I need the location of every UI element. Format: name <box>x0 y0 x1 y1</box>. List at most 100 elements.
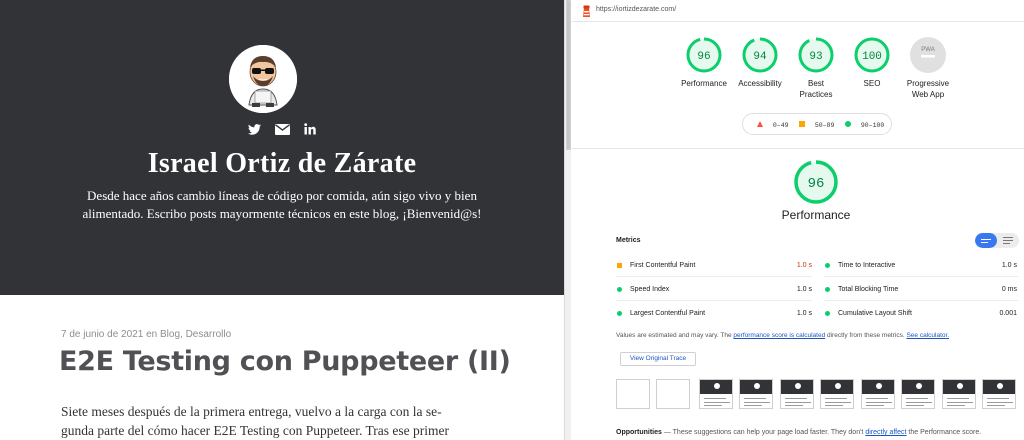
metric-value: 1.0 s <box>796 262 812 269</box>
post-category-desarrollo[interactable]: Desarrollo <box>186 329 232 340</box>
lines-icon-bar <box>1003 243 1010 245</box>
linkedin-icon[interactable] <box>304 122 317 140</box>
metric-divider <box>616 300 812 301</box>
pass-circle-icon <box>825 311 830 316</box>
metric-label: First Contentful Paint <box>630 262 696 269</box>
report-url[interactable]: https://iortizdezarate.com/ <box>596 6 676 13</box>
lighthouse-icon <box>582 4 591 22</box>
metric-value: 1.0 s <box>1001 262 1017 269</box>
gauge-score: 96 <box>697 51 710 63</box>
gauge-pwa[interactable]: PWA Progressive Web App <box>898 36 958 100</box>
post-meta: 7 de junio de 2021 en Blog, Desarrollo <box>61 329 231 340</box>
filmstrip-frame <box>901 379 935 409</box>
post-excerpt-line: Siete meses después de la primera entreg… <box>61 404 442 419</box>
category-gauges: 96 Performance 94 Accessibility 93 Best … <box>572 36 1024 106</box>
legend-range: 50–89 <box>814 122 835 129</box>
opportunities-title: Opportunities <box>616 429 662 436</box>
section-divider <box>572 148 1024 149</box>
lines-icon-bar <box>981 242 988 244</box>
post-category-blog[interactable]: Blog <box>160 329 180 340</box>
gauge-accessibility[interactable]: 94 Accessibility <box>730 36 790 89</box>
legend-item-average: 50–89 <box>799 121 834 129</box>
score-scale-legend: 0–49 50–89 90–100 <box>742 113 892 135</box>
site-description: Desde hace años cambio líneas de código … <box>82 188 482 221</box>
metric-value: 0.001 <box>999 310 1017 317</box>
pwa-badge-text: PWA <box>921 47 934 53</box>
legend-range: 0–49 <box>772 122 789 129</box>
gauge-seo[interactable]: 100 SEO <box>842 36 902 89</box>
metrics-view-toggle[interactable] <box>975 233 1019 248</box>
scrollbar-thumb[interactable] <box>566 0 571 150</box>
see-calculator-link[interactable]: See calculator. <box>906 332 949 339</box>
filmstrip <box>616 379 1024 411</box>
gauge-ring: 93 <box>798 37 834 73</box>
metric-label: Time to Interactive <box>838 262 896 269</box>
view-original-trace-button[interactable]: View Original Trace <box>620 352 696 366</box>
note-text: Values are estimated and may vary. The <box>616 332 734 339</box>
gauge-ring: 96 <box>686 37 722 73</box>
panel-divider-scrollbar[interactable] <box>564 0 571 440</box>
post-title[interactable]: E2E Testing con Puppeteer (II) <box>59 346 511 377</box>
gauge-score: 100 <box>862 51 882 63</box>
filmstrip-frame <box>942 379 976 409</box>
metric-divider <box>824 276 1018 277</box>
blog-header: Israel Ortiz de Zárate Desde hace años c… <box>0 0 564 295</box>
gauge-score: 93 <box>809 51 822 63</box>
post-excerpt-line: gunda parte del cómo hacer E2E Testing c… <box>61 423 449 438</box>
gauge-label: Progressive Web App <box>906 79 950 99</box>
compact-view-button[interactable] <box>975 233 997 248</box>
filmstrip-frame <box>699 379 733 409</box>
metrics-heading: Metrics <box>616 237 641 244</box>
gauge-score: 94 <box>753 51 767 63</box>
lines-icon <box>981 239 991 241</box>
legend-item-fail: 0–49 <box>757 121 789 129</box>
metric-value: 0 ms <box>1001 286 1017 293</box>
gauge-performance[interactable]: 96 Performance <box>674 36 734 89</box>
gauge-label: SEO <box>863 79 881 88</box>
lines-icon-bar <box>1003 240 1013 242</box>
triangle-icon <box>757 121 763 127</box>
legend-range: 90–100 <box>860 122 885 129</box>
legend-item-pass: 90–100 <box>845 121 884 129</box>
directly-affect-link[interactable]: directly affect <box>865 429 906 436</box>
gauge-best-practices[interactable]: 93 Best Practices <box>786 36 846 100</box>
pass-circle-icon <box>617 287 622 292</box>
note-text: directly from these metrics. <box>825 332 907 339</box>
average-square-icon <box>617 263 622 268</box>
post-date[interactable]: 7 de junio de 2021 <box>61 329 143 340</box>
filmstrip-frame <box>739 379 773 409</box>
metric-label: Largest Contentful Paint <box>630 310 706 317</box>
gauge-ring: 100 <box>854 37 890 73</box>
filmstrip-frame <box>616 379 650 409</box>
opportunities-heading: Opportunities — These suggestions can he… <box>616 429 981 436</box>
filmstrip-frame <box>982 379 1016 409</box>
avatar[interactable] <box>229 45 297 113</box>
metric-label: Cumulative Layout Shift <box>838 310 912 317</box>
twitter-icon[interactable] <box>247 122 261 140</box>
filmstrip-frame <box>656 379 690 409</box>
metric-label: Total Blocking Time <box>838 286 899 293</box>
metric-divider <box>616 276 812 277</box>
lines-icon <box>1003 237 1013 239</box>
email-icon[interactable] <box>275 122 290 140</box>
post-in-word: en <box>146 329 158 340</box>
report-topbar: https://iortizdezarate.com/ <box>572 0 1024 22</box>
pwa-badge-icon: PWA <box>910 37 946 73</box>
gauge-label: Best Practices <box>799 79 833 99</box>
opportunities-text: the Performance score. <box>906 429 982 436</box>
metrics-note: Values are estimated and may vary. The p… <box>616 332 949 339</box>
metric-value: 1.0 s <box>796 310 812 317</box>
square-icon <box>799 121 805 127</box>
pass-circle-icon <box>825 263 830 268</box>
post-excerpt: Siete meses después de la primera entreg… <box>61 402 461 440</box>
metric-value: 1.0 s <box>796 286 812 293</box>
site-title[interactable]: Israel Ortiz de Zárate <box>0 148 564 180</box>
filmstrip-frame <box>820 379 854 409</box>
lighthouse-report: https://iortizdezarate.com/ 96 Performan… <box>572 0 1024 440</box>
expanded-view-button[interactable] <box>997 233 1019 248</box>
metric-divider <box>824 300 1018 301</box>
gauge-ring: 96 <box>794 160 838 204</box>
gauge-label: Accessibility <box>738 79 782 88</box>
score-calculated-link[interactable]: performance score is calculated <box>733 332 825 339</box>
filmstrip-frame <box>780 379 814 409</box>
